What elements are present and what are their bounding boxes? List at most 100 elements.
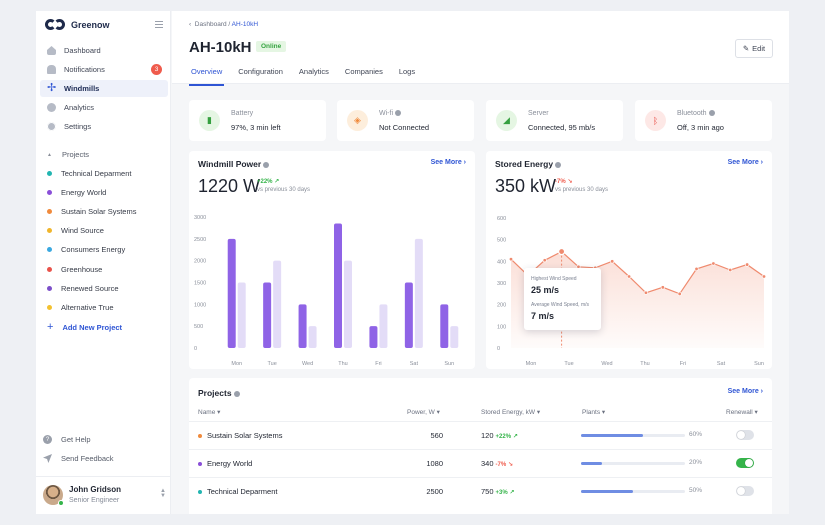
chevron-updown-icon[interactable]: ▲ ▼: [160, 488, 166, 499]
toggle-knob: [737, 431, 745, 439]
see-more-link[interactable]: See More ›: [728, 388, 763, 395]
y-tick-label: 200: [497, 303, 506, 309]
project-name-cell: Sustain Solar Systems: [198, 431, 282, 440]
status-badge: Online: [256, 41, 287, 52]
sidebar-project-item[interactable]: Energy World: [47, 185, 106, 199]
table-row[interactable]: Energy World 1080 340 -7% ↘ 20%: [189, 449, 772, 476]
menu-toggle-icon[interactable]: [155, 21, 163, 28]
see-more-link[interactable]: See More ›: [728, 159, 763, 166]
tab-overview[interactable]: Overview: [189, 67, 225, 86]
help-icon: ?: [43, 435, 52, 444]
pie-icon: [47, 103, 56, 112]
info-icon[interactable]: [708, 110, 715, 116]
edit-label: Edit: [752, 44, 766, 53]
breadcrumb-parent[interactable]: Dashboard: [195, 21, 227, 28]
tab-logs[interactable]: Logs: [397, 67, 417, 86]
x-tick-label: Sat: [717, 361, 726, 367]
sidebar-project-item[interactable]: Technical Deparment: [47, 166, 131, 180]
nav-item-analytics[interactable]: Analytics: [40, 99, 168, 116]
bar: [334, 223, 342, 348]
sidebar-project-item[interactable]: Greenhouse: [47, 262, 102, 276]
data-point: [694, 266, 699, 271]
project-label: Alternative True: [61, 302, 114, 312]
renewal-toggle[interactable]: [736, 486, 754, 496]
back-chevron-icon[interactable]: ‹: [189, 21, 191, 28]
info-icon[interactable]: [555, 162, 562, 168]
get-help-link[interactable]: ? Get Help: [43, 435, 91, 444]
projects-section-title[interactable]: ▲ Projects: [47, 150, 89, 159]
project-name: Technical Deparment: [207, 487, 278, 496]
breadcrumb-current: AH-10kH: [231, 21, 259, 28]
battery-icon: ▮: [199, 110, 220, 131]
status-label: Battery: [231, 110, 254, 117]
energy-value: 120: [481, 431, 494, 440]
column-header-name[interactable]: Name ▾: [198, 408, 220, 416]
projects-section-label: Projects: [61, 150, 90, 159]
bar: [298, 304, 307, 348]
user-profile[interactable]: John Gridson Senior Engineer ▲ ▼: [36, 476, 171, 514]
caret-up-icon: ▲: [47, 151, 52, 158]
x-tick-label: Sun: [444, 361, 454, 367]
info-icon[interactable]: [263, 162, 270, 168]
tab-configuration[interactable]: Configuration: [236, 67, 285, 86]
x-tick-label: Mon: [526, 361, 537, 367]
data-point: [557, 247, 566, 256]
info-icon[interactable]: [395, 110, 401, 116]
renewal-toggle[interactable]: [736, 430, 754, 440]
add-project-button[interactable]: + Add New Project: [47, 320, 122, 334]
see-more-link[interactable]: See More ›: [431, 159, 466, 166]
edit-button[interactable]: ✎ Edit: [735, 39, 773, 58]
nav-item-notifications[interactable]: Notifications 3: [40, 61, 168, 78]
bluetooth-card: ᛒ Bluetooth Off, 3 min ago: [635, 100, 772, 141]
card-title: Windmill Power: [198, 159, 270, 169]
sidebar-project-item[interactable]: Wind Source: [47, 224, 104, 238]
renewal-toggle[interactable]: [736, 458, 754, 468]
column-header-renewal[interactable]: Renewall ▾: [726, 408, 758, 416]
sidebar-project-item[interactable]: Sustain Solar Systems: [47, 204, 136, 218]
y-tick-label: 600: [497, 216, 506, 222]
plants-progress-fill: [581, 462, 602, 465]
bar: [414, 238, 423, 348]
sidebar-project-item[interactable]: Consumers Energy: [47, 243, 125, 257]
tab-companies[interactable]: Companies: [343, 67, 385, 86]
chart-tooltip: Highest Wind Speed 25 m/s Average Wind S…: [524, 268, 601, 330]
project-name: Energy World: [207, 459, 253, 468]
sidebar-project-item[interactable]: Alternative True: [47, 300, 114, 314]
table-row[interactable]: Technical Deparment 2500 750 +3% ↗ 50%: [189, 477, 772, 504]
project-color-dot: [47, 247, 52, 253]
plants-progress-bar: [581, 490, 685, 493]
nav-item-dashboard[interactable]: Dashboard: [40, 42, 168, 59]
energy-delta: +3% ↗: [495, 490, 515, 496]
nav-item-settings[interactable]: Settings: [40, 118, 168, 135]
data-point: [643, 290, 648, 295]
info-icon[interactable]: [233, 391, 240, 397]
nav-item-windmills[interactable]: ✢ Windmills: [40, 80, 168, 97]
power-value: 2500: [426, 487, 443, 496]
project-color-dot: [47, 208, 52, 214]
power-value: 1080: [426, 459, 443, 468]
bar: [308, 326, 317, 348]
energy-value: 340: [481, 459, 494, 468]
page-title: AH-10kH: [189, 39, 252, 56]
project-color-dot: [47, 228, 52, 234]
column-header-plants[interactable]: Plants ▾: [582, 408, 605, 416]
send-feedback-link[interactable]: Send Feedback: [43, 454, 114, 463]
brand[interactable]: Greenow: [45, 19, 110, 30]
battery-card: ▮ Battery 97%, 3 min left: [189, 100, 326, 141]
plus-icon: +: [47, 321, 54, 333]
sidebar-project-item[interactable]: Renewed Source: [47, 281, 119, 295]
metric-delta: +22% ↗: [257, 179, 280, 185]
project-label: Technical Deparment: [61, 168, 132, 178]
column-header-power[interactable]: Power, W ▾: [407, 408, 440, 416]
x-tick-label: Tue: [564, 361, 573, 367]
column-header-energy[interactable]: Stored Energy, kW ▾: [481, 408, 540, 416]
app-window: Greenow Dashboard Notifications 3 ✢ Wind…: [36, 11, 789, 514]
metric-delta-caption: vs previous 30 days: [257, 187, 311, 193]
table-row[interactable]: Sustain Solar Systems 560 120 +22% ↗ 60%: [189, 421, 772, 448]
status-label: Server: [528, 110, 549, 117]
tab-analytics[interactable]: Analytics: [297, 67, 331, 86]
status-label-text: Bluetooth: [677, 110, 707, 117]
gear-icon: [47, 122, 56, 131]
project-color-dot: [198, 489, 202, 494]
send-icon: [43, 454, 52, 463]
